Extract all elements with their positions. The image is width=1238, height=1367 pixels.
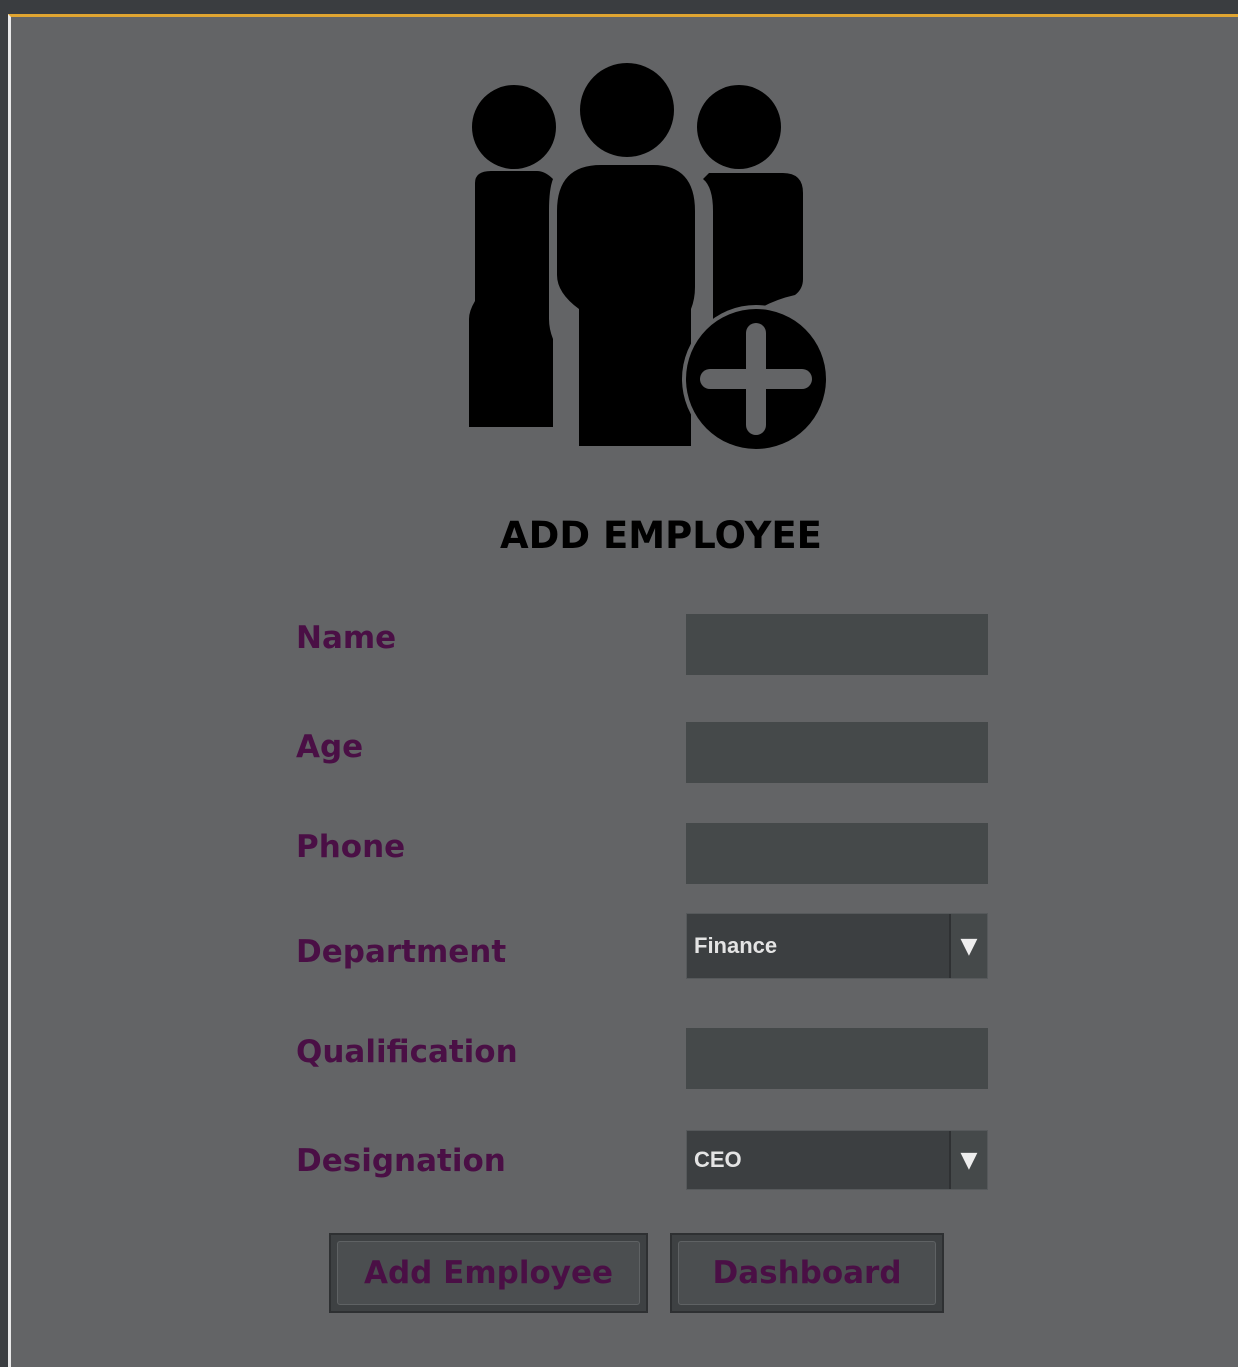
age-label: Age — [296, 729, 364, 765]
page-title: ADD EMPLOYEE — [500, 514, 822, 557]
phone-field[interactable] — [686, 823, 988, 884]
phone-label: Phone — [296, 829, 406, 865]
dashboard-button[interactable]: Dashboard — [678, 1241, 936, 1305]
add-employee-button-frame: Add Employee — [329, 1233, 648, 1313]
designation-selected-value: CEO — [694, 1147, 742, 1172]
window-frame — [0, 0, 1238, 14]
age-field[interactable] — [686, 722, 988, 783]
add-employee-button[interactable]: Add Employee — [337, 1241, 640, 1305]
triangle-down-icon[interactable]: ▼ — [949, 914, 987, 978]
add-employee-panel: ADD EMPLOYEE Name Age Phone Department F… — [8, 14, 1238, 1367]
add-group-icon — [469, 63, 830, 453]
name-field[interactable] — [686, 614, 988, 675]
dashboard-button-frame: Dashboard — [670, 1233, 944, 1313]
department-selected-value: Finance — [694, 933, 778, 958]
app-window: ADD EMPLOYEE Name Age Phone Department F… — [0, 0, 1238, 1367]
qualification-field[interactable] — [686, 1028, 988, 1089]
department-label: Department — [296, 934, 507, 970]
name-label: Name — [296, 620, 397, 656]
qualification-label: Qualification — [296, 1034, 518, 1070]
triangle-down-icon[interactable]: ▼ — [949, 1131, 987, 1189]
designation-label: Designation — [296, 1143, 506, 1179]
department-select[interactable]: Finance ▼ — [686, 913, 988, 979]
designation-select[interactable]: CEO ▼ — [686, 1130, 988, 1190]
